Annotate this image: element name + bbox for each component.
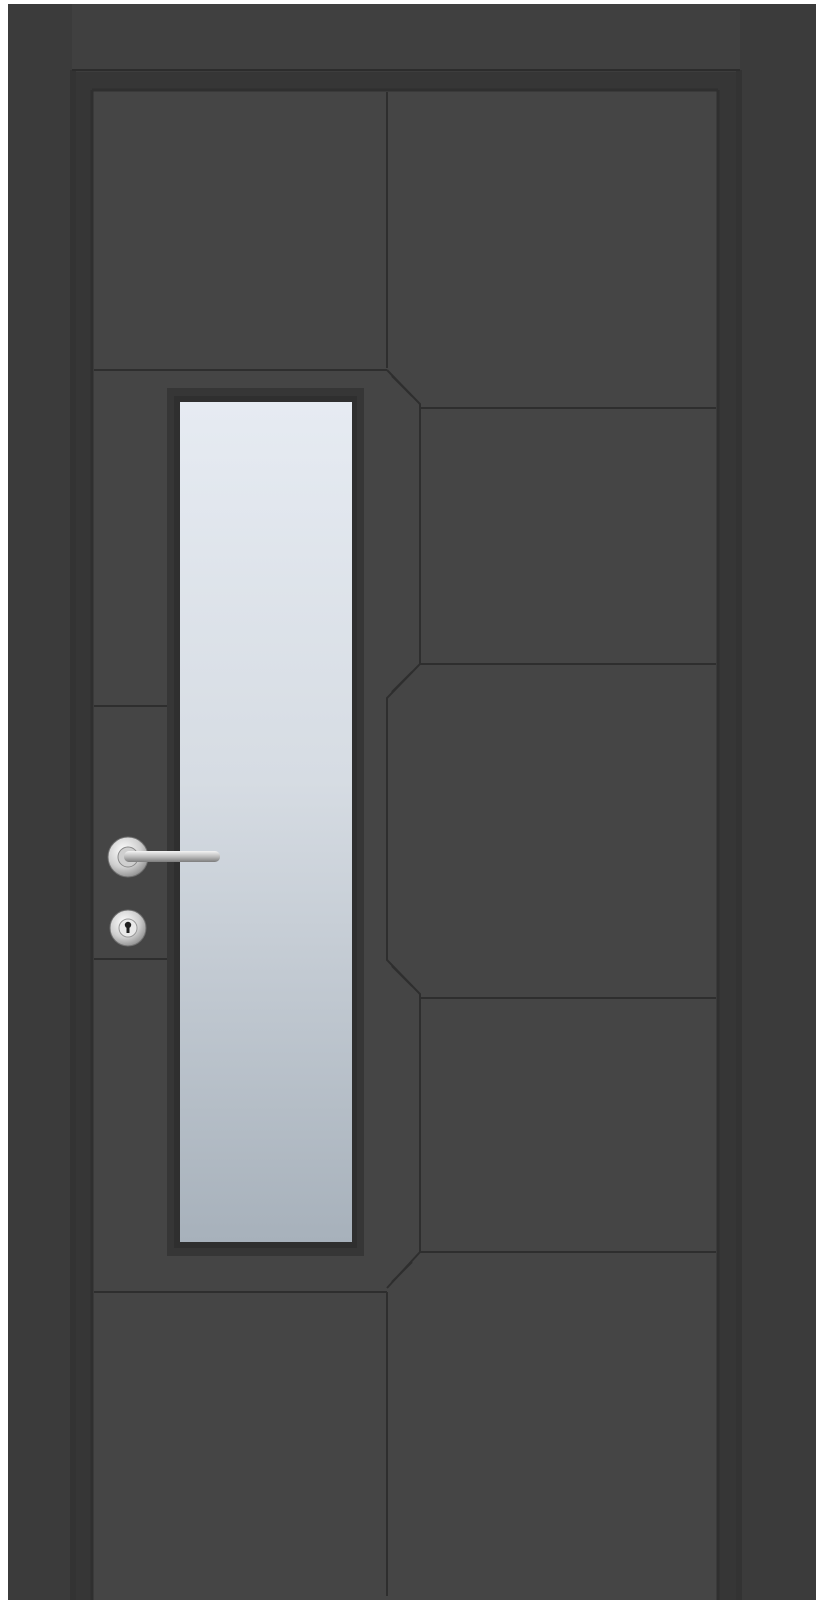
door-illustration [8, 4, 816, 1600]
glass-panel [167, 388, 364, 1256]
keyhole-icon [109, 909, 147, 947]
door-product-image [0, 0, 823, 1600]
